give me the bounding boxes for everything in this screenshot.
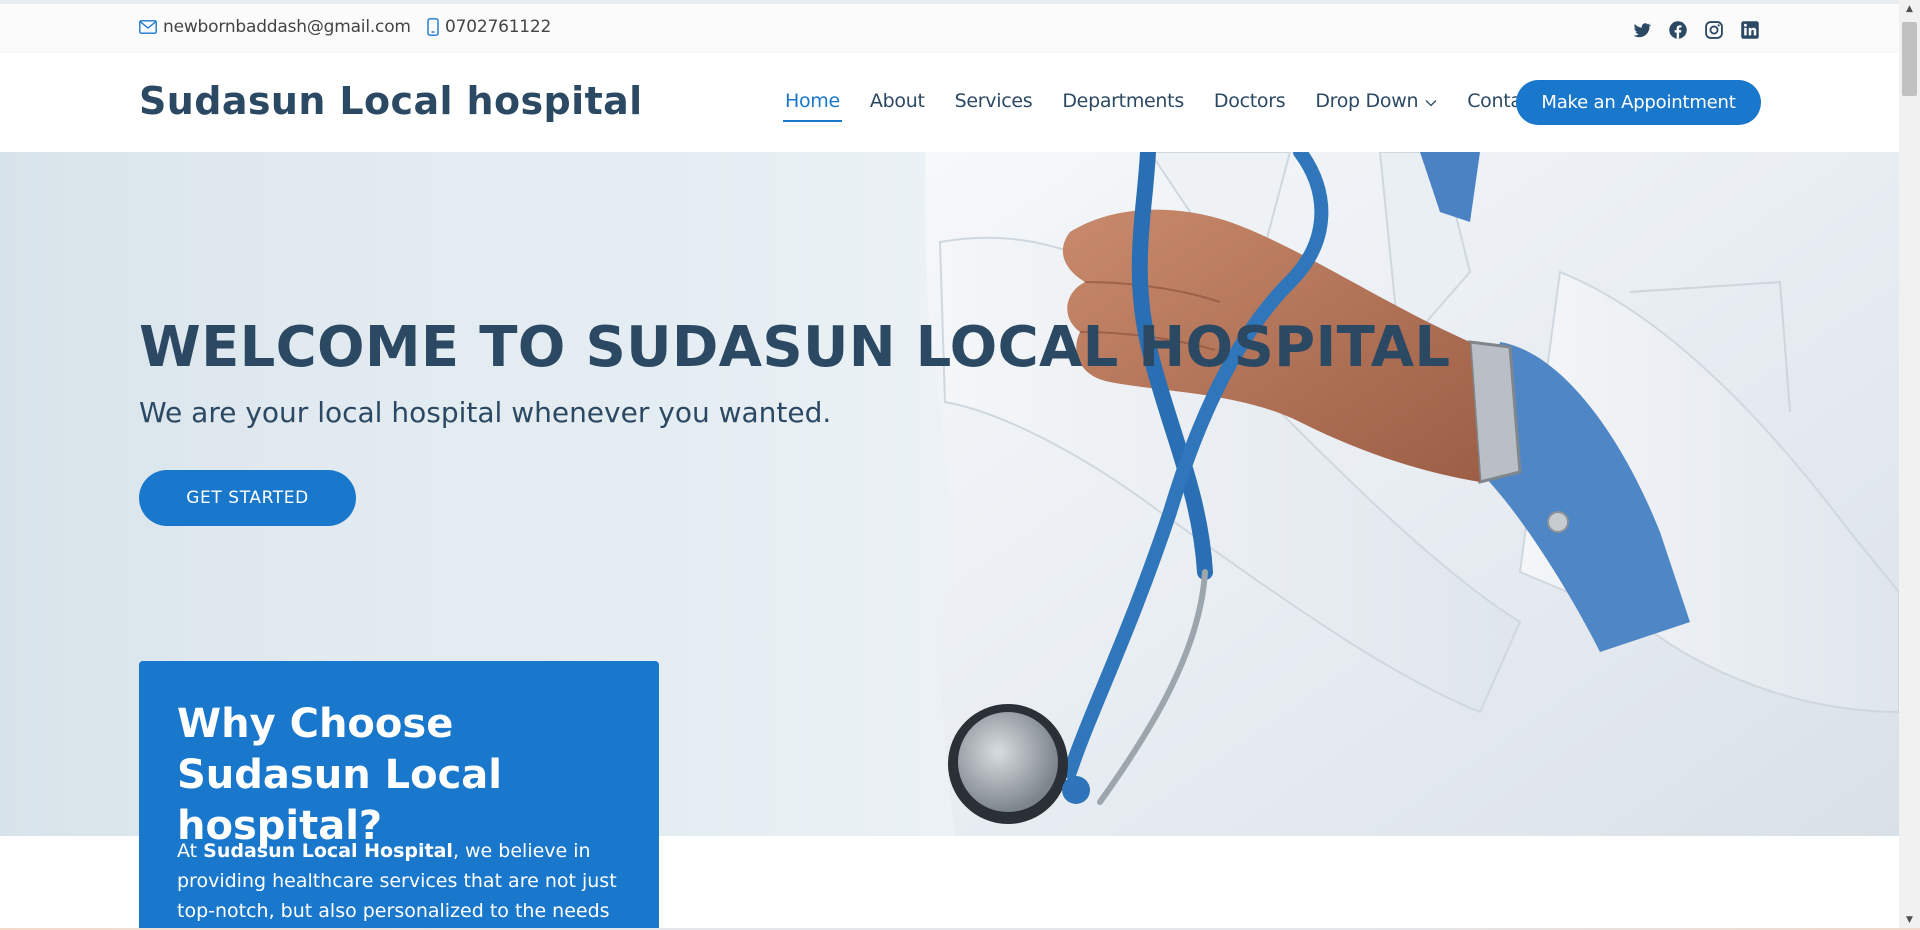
phone-text: 0702761122 (445, 17, 552, 37)
social-links (1632, 20, 1760, 40)
linkedin-icon[interactable] (1740, 20, 1760, 40)
phone-icon (427, 18, 439, 36)
nav-doctors[interactable]: Doctors (1214, 90, 1286, 112)
why-text-hospital-name: Sudasun Local Hospital (203, 840, 453, 862)
chevron-down-icon (1425, 90, 1437, 112)
twitter-icon[interactable] (1632, 20, 1652, 40)
nav-dropdown-label: Drop Down (1315, 90, 1419, 112)
site-header: Sudasun Local hospital Home About Servic… (0, 53, 1899, 153)
topbar: newbornbaddash@gmail.com 0702761122 (0, 4, 1899, 53)
facebook-icon[interactable] (1668, 20, 1688, 40)
hero-subtitle: We are your local hospital whenever you … (139, 396, 832, 429)
nav-services[interactable]: Services (955, 90, 1033, 112)
email-contact[interactable]: newbornbaddash@gmail.com (139, 17, 411, 37)
page: newbornbaddash@gmail.com 0702761122 Suda… (0, 0, 1899, 928)
scrollbar-thumb[interactable] (1902, 22, 1917, 96)
why-choose-title: Why Choose Sudasun Local hospital? (177, 701, 502, 849)
why-choose-box: Why Choose Sudasun Local hospital? At Su… (139, 661, 659, 928)
get-started-button[interactable]: GET STARTED (139, 470, 356, 526)
why-text-prefix: At (177, 840, 204, 862)
make-appointment-button[interactable]: Make an Appointment (1516, 80, 1761, 125)
nav-home[interactable]: Home (783, 90, 842, 122)
email-text: newbornbaddash@gmail.com (163, 17, 411, 37)
nav-departments[interactable]: Departments (1062, 90, 1184, 112)
site-logo[interactable]: Sudasun Local hospital (139, 79, 643, 123)
scroll-up-arrow-icon[interactable]: ▲ (1899, 0, 1920, 17)
main-nav: Home About Services Departments Doctors … (783, 90, 1569, 122)
why-choose-text: At Sudasun Local Hospital, we believe in… (177, 836, 627, 926)
hero-title: WELCOME TO SUDASUN LOCAL HOSPITAL (139, 315, 1451, 380)
instagram-icon[interactable] (1704, 20, 1724, 40)
nav-dropdown[interactable]: Drop Down (1315, 90, 1437, 112)
phone-contact[interactable]: 0702761122 (427, 17, 551, 37)
envelope-icon (139, 20, 157, 34)
page-scrollbar[interactable]: ▲ ▼ (1899, 0, 1920, 928)
scroll-down-arrow-icon[interactable]: ▼ (1899, 911, 1920, 928)
nav-about[interactable]: About (870, 90, 925, 112)
